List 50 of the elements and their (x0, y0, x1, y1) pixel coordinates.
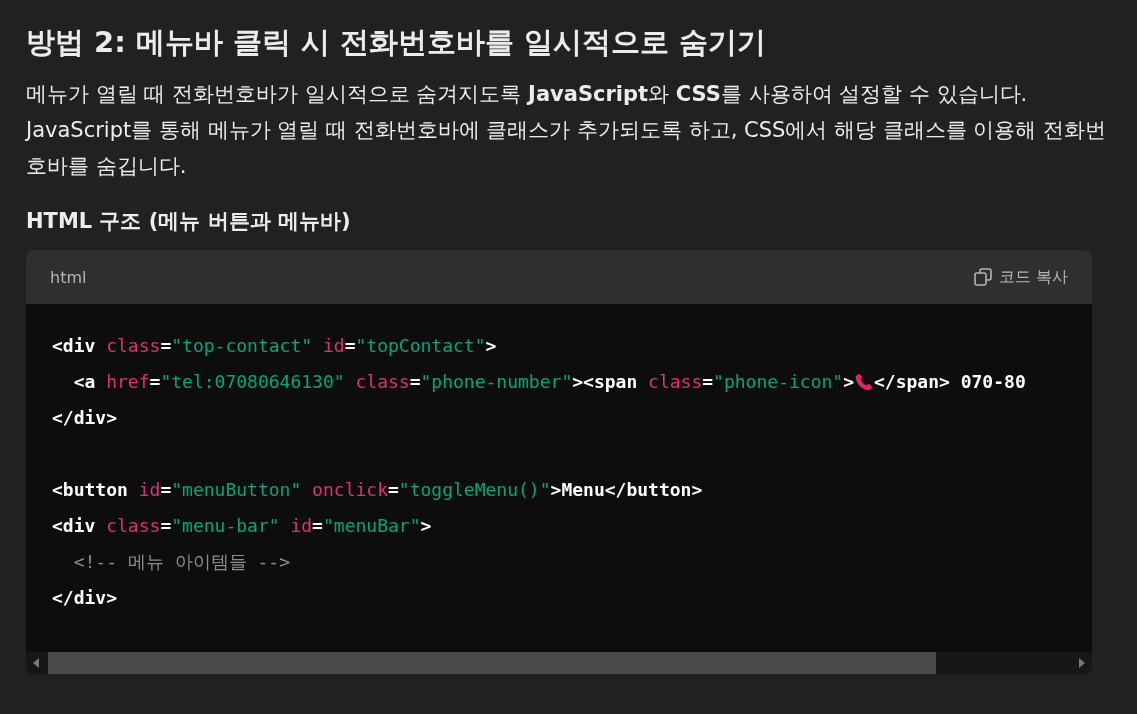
code-token: class (648, 370, 703, 394)
code-token: id (289, 514, 313, 538)
code-token: > (485, 334, 497, 358)
code-token: = (160, 478, 172, 502)
code-token: class (106, 514, 161, 538)
paragraph: 메뉴가 열릴 때 전화번호바가 일시적으로 숨겨지도록 JavaScript와 CSS를 사용하여 설정할 수 있습니다. JavaScript를 통해 메뉴가 열릴 때 전화번호바에 클래스가 추가되도록 하고, CSS에서 해당 클래스를 이용해 전화번호바를 숨깁니다. (26, 81, 1108, 180)
code-token: = (160, 514, 172, 538)
code-token: = (149, 370, 161, 394)
code-token: <button (52, 478, 129, 502)
code-token: </div> (52, 586, 118, 610)
code-token: "phone-number" (420, 370, 573, 394)
code-token: </div> (52, 406, 118, 430)
code-token: id (321, 334, 345, 358)
code-token: = (409, 370, 421, 394)
code-token: id (138, 478, 161, 502)
code-token: class (106, 334, 161, 358)
code-token: = (344, 334, 356, 358)
subheading: HTML 구조 (메뉴 버튼과 메뉴바) (26, 208, 352, 235)
section-heading: 방법 2: 메뉴바 클릭 시 전화번호바를 일시적으로 숨기기 (26, 24, 768, 61)
scroll-right-icon (1078, 658, 1086, 668)
code-token: "top-contact" (171, 334, 313, 358)
copy-icon (972, 267, 993, 287)
code-token: <div (52, 514, 97, 538)
code-token: <div (52, 334, 97, 358)
horizontal-scrollbar[interactable] (26, 652, 1092, 674)
code-token: > (420, 514, 432, 538)
code-token: <a (72, 370, 97, 394)
code-token: > (843, 370, 854, 394)
code-token: </span> 070-80 (874, 370, 1026, 394)
code-token: class (354, 370, 410, 394)
code-token: "menuButton" (171, 478, 302, 502)
code-token: "tel:07080646130" (160, 370, 345, 394)
code-token: "toggleMenu()" (398, 478, 551, 502)
code-token: = (388, 478, 399, 502)
copy-code-button[interactable]: 코드 복사 (972, 266, 1068, 288)
code-token: = (702, 370, 714, 394)
code-language: html (50, 267, 87, 287)
phone-icon (854, 372, 874, 392)
code-token: href (106, 370, 150, 394)
code-token: = (312, 514, 323, 538)
code-token: "phone-icon" (713, 370, 844, 394)
code-token: "topContact" (355, 334, 486, 358)
code-token: >Menu</button> (550, 478, 703, 502)
code-token: ><span (572, 370, 639, 394)
scroll-left-icon (32, 658, 40, 668)
code-token: <!-- 메뉴 아이템들 --> (72, 550, 291, 574)
code-token: onclick (311, 478, 388, 502)
code-token: "menu-bar" (171, 514, 280, 538)
code-token: "menuBar" (322, 514, 421, 538)
code-token: = (160, 334, 172, 358)
